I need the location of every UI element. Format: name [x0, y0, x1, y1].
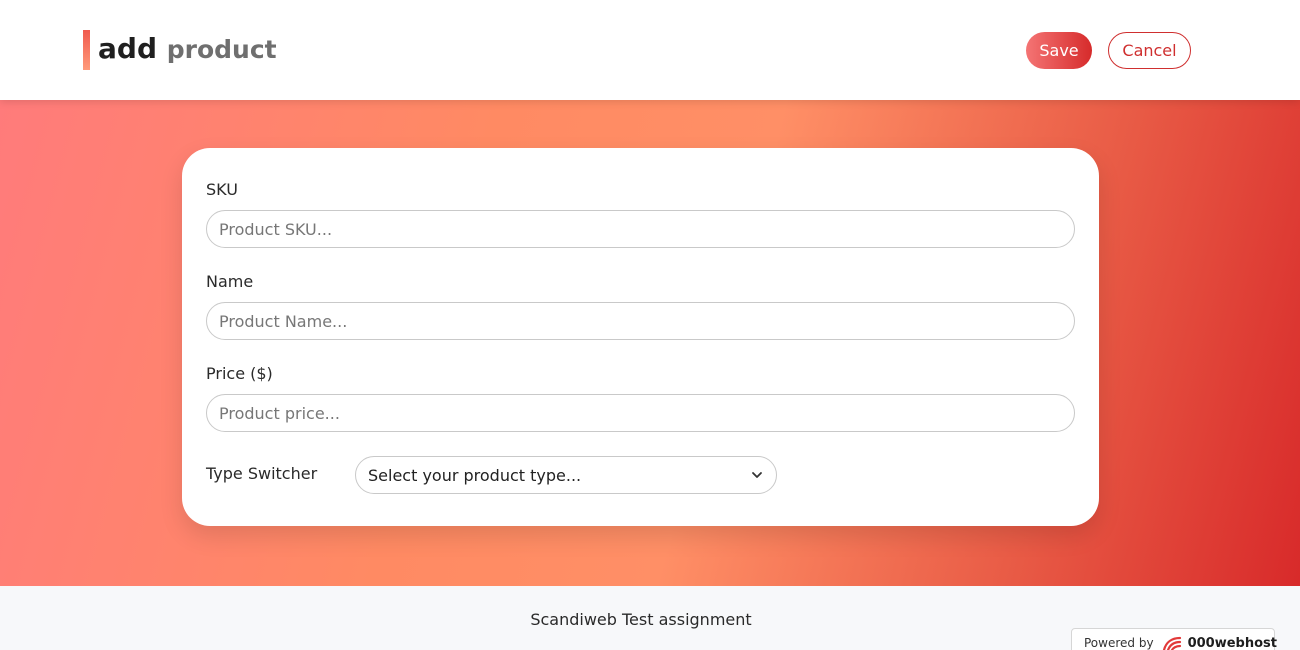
product-form-card: SKU Name Price ($) Type Switcher Select …: [182, 148, 1099, 526]
save-button[interactable]: Save: [1026, 32, 1092, 69]
type-switcher-label: Type Switcher: [206, 464, 318, 483]
page-header: add product Save Cancel: [0, 0, 1300, 100]
page-title: add product: [98, 29, 277, 70]
000webhost-logo-icon: [1162, 636, 1184, 650]
chevron-down-icon: [750, 468, 764, 482]
page-title-word-add: add: [98, 32, 157, 65]
title-accent-bar: [83, 30, 90, 70]
sku-input[interactable]: [206, 210, 1075, 248]
host-brand-name: 000webhost: [1187, 636, 1277, 650]
powered-by-badge[interactable]: Powered by 000webhost: [1071, 628, 1277, 650]
footer-text: Scandiweb Test assignment: [530, 610, 752, 629]
price-input[interactable]: [206, 394, 1075, 432]
name-label: Name: [206, 272, 254, 291]
powered-by-label: Powered by: [1084, 636, 1154, 650]
cancel-button[interactable]: Cancel: [1108, 32, 1191, 69]
sku-label: SKU: [206, 180, 238, 199]
price-label: Price ($): [206, 364, 273, 383]
name-input[interactable]: [206, 302, 1075, 340]
type-switcher-select[interactable]: Select your product type...: [355, 456, 777, 494]
page-title-word-product: product: [166, 35, 277, 64]
type-switcher-selected-value: Select your product type...: [368, 465, 582, 485]
